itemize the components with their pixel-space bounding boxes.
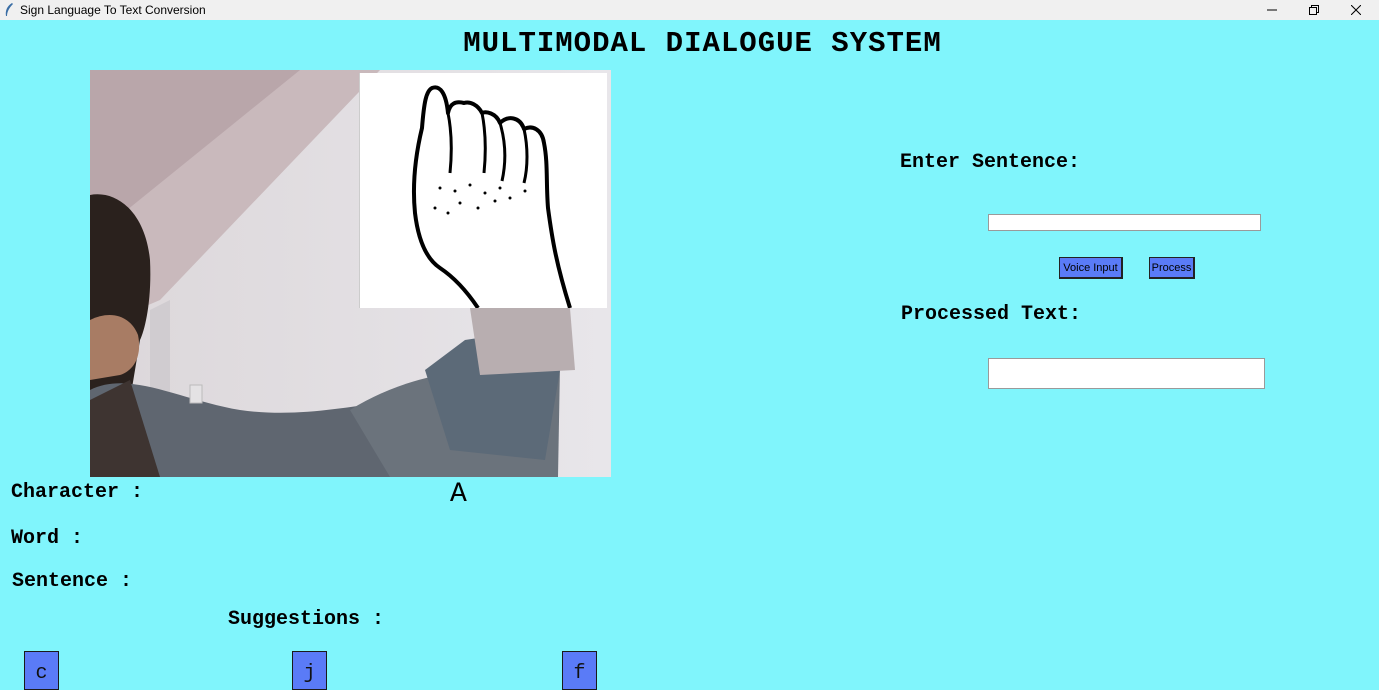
feather-icon — [5, 3, 13, 16]
suggestion-button-2[interactable]: j — [292, 651, 327, 690]
character-value: A — [450, 479, 467, 510]
restore-icon — [1309, 5, 1319, 15]
character-label: Character : — [11, 481, 144, 504]
restore-button[interactable] — [1294, 0, 1334, 20]
enter-sentence-label: Enter Sentence: — [900, 151, 1081, 174]
suggestion-button-3[interactable]: f — [562, 651, 597, 690]
minimize-button[interactable] — [1252, 0, 1292, 20]
suggestions-label: Suggestions : — [228, 608, 385, 631]
word-label: Word : — [11, 527, 84, 550]
app-heading: MULTIMODAL DIALOGUE SYSTEM — [463, 27, 942, 60]
window-title-bar: Sign Language To Text Conversion — [0, 0, 1379, 20]
close-icon — [1351, 5, 1361, 15]
processed-text-output[interactable] — [988, 358, 1265, 389]
processed-text-label: Processed Text: — [901, 303, 1082, 326]
sentence-label: Sentence : — [12, 570, 133, 593]
suggestion-button-1[interactable]: c — [24, 651, 59, 690]
close-button[interactable] — [1336, 0, 1376, 20]
window-title: Sign Language To Text Conversion — [20, 3, 206, 17]
process-button[interactable]: Process — [1149, 257, 1195, 279]
hand-mask-preview — [359, 73, 607, 310]
sentence-input[interactable] — [988, 214, 1261, 231]
minimize-icon — [1267, 9, 1277, 11]
voice-input-button[interactable]: Voice Input — [1059, 257, 1123, 279]
hand-outline-image — [412, 85, 572, 310]
